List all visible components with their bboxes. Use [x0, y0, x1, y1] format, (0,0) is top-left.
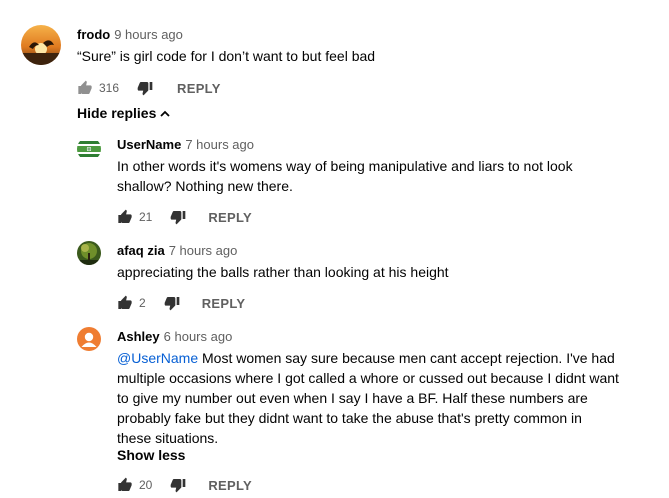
comment-text: “Sure” is girl code for I don’t want to … — [77, 48, 376, 64]
show-less-button[interactable]: Show less — [117, 447, 185, 463]
reply-text: @UserName Most women say sure because me… — [117, 348, 619, 448]
reply-text-line: shallow? Nothing new there. — [117, 178, 293, 194]
reply-time[interactable]: 7 hours ago — [185, 137, 254, 152]
comment-author[interactable]: frodo — [77, 27, 110, 42]
avatar[interactable] — [21, 25, 61, 65]
reply-author[interactable]: Ashley — [117, 329, 160, 344]
like-count: 20 — [139, 478, 153, 492]
avatar[interactable] — [77, 137, 101, 161]
hide-replies-label: Hide replies — [77, 105, 157, 121]
reply-author[interactable]: UserName — [117, 137, 181, 152]
comment-actions: 316 REPLY — [77, 80, 221, 96]
thumbs-up-icon[interactable] — [77, 80, 93, 96]
reply-time[interactable]: 7 hours ago — [169, 243, 238, 258]
reply-actions: 2 REPLY — [117, 295, 245, 311]
reply-text: In other words it's womens way of being … — [117, 156, 573, 196]
thumbs-down-icon[interactable] — [170, 209, 186, 225]
like-count: 21 — [139, 210, 153, 224]
reply-text-line: to give my number out even when I say I … — [117, 390, 588, 406]
reply-button[interactable]: REPLY — [208, 478, 252, 493]
avatar[interactable] — [77, 327, 101, 351]
like-count: 2 — [139, 296, 146, 310]
avatar[interactable] — [77, 241, 101, 265]
like-count: 316 — [99, 81, 120, 95]
reply-text-line: multiple occasions where I got called a … — [117, 370, 619, 386]
thumbs-up-icon[interactable] — [117, 477, 133, 493]
comment-time[interactable]: 9 hours ago — [114, 27, 183, 42]
thumbs-down-icon[interactable] — [164, 295, 180, 311]
thumbs-down-icon[interactable] — [170, 477, 186, 493]
thumbs-down-icon[interactable] — [137, 80, 153, 96]
reply-button[interactable]: REPLY — [208, 210, 252, 225]
mention-link[interactable]: @UserName — [117, 350, 198, 366]
thumbs-up-icon[interactable] — [117, 209, 133, 225]
reply-actions: 20 REPLY — [117, 477, 252, 493]
reply-text-line: these situations. — [117, 430, 219, 446]
reply-author[interactable]: afaq zia — [117, 243, 165, 258]
reply-button[interactable]: REPLY — [202, 296, 246, 311]
reply-text-line: In other words it's womens way of being … — [117, 158, 573, 174]
chevron-up-icon — [159, 107, 171, 119]
reply-text-line: Most women say sure because men cant acc… — [198, 350, 615, 366]
hide-replies-toggle[interactable]: Hide replies — [77, 105, 171, 121]
thumbs-up-icon[interactable] — [117, 295, 133, 311]
reply-actions: 21 REPLY — [117, 209, 252, 225]
reply-text-line: appreciating the balls rather than looki… — [117, 264, 449, 280]
reply-text-line: probably fake but they didnt want to tak… — [117, 410, 582, 426]
reply-button[interactable]: REPLY — [177, 81, 221, 96]
reply-time[interactable]: 6 hours ago — [164, 329, 233, 344]
reply-text: appreciating the balls rather than looki… — [117, 262, 449, 282]
